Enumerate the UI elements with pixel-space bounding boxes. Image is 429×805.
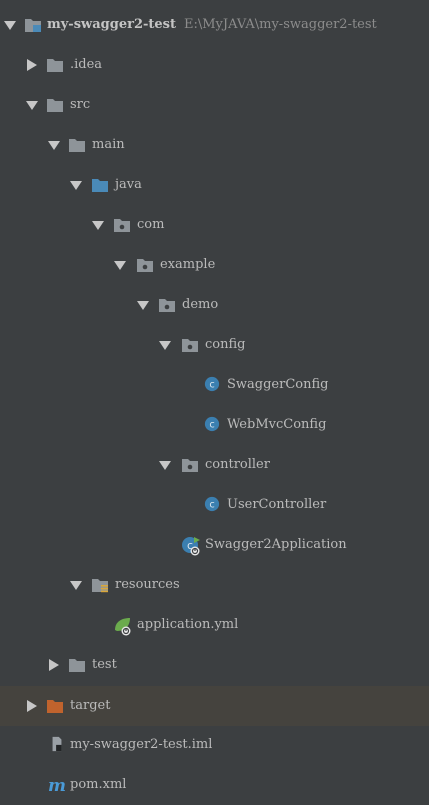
tree-item-label: main xyxy=(92,137,125,152)
chevron-down-icon[interactable] xyxy=(92,219,104,231)
folder-icon xyxy=(69,139,85,152)
chevron-right-icon[interactable] xyxy=(26,59,38,71)
tree-item-label: com xyxy=(137,217,165,232)
tree-item-label: UserController xyxy=(227,497,327,512)
tree-item-label: src xyxy=(70,97,91,112)
tree-item-label: resources xyxy=(115,577,180,592)
tree-row-idea[interactable]: .idea xyxy=(0,45,429,85)
tree-item-label: Swagger2Application xyxy=(205,537,347,552)
module-file-icon xyxy=(52,736,62,752)
tree-item-label: target xyxy=(70,698,111,713)
tree-row-controller[interactable]: controller xyxy=(0,445,429,485)
root-project-path: E:\MyJAVA\my-swagger2-test xyxy=(184,17,377,32)
chevron-down-icon[interactable] xyxy=(137,299,149,311)
source-folder-icon xyxy=(92,179,108,192)
svg-text:c: c xyxy=(209,420,214,431)
chevron-right-icon[interactable] xyxy=(48,659,60,671)
package-icon xyxy=(182,459,198,472)
class-icon: c xyxy=(204,416,220,432)
chevron-down-icon[interactable] xyxy=(70,579,82,591)
tree-item-label: WebMvcConfig xyxy=(227,417,327,432)
class-icon: c xyxy=(204,496,220,512)
chevron-down-icon[interactable] xyxy=(70,179,82,191)
svg-text:c: c xyxy=(209,500,214,511)
tree-item-label: config xyxy=(205,337,246,352)
package-icon xyxy=(137,259,153,272)
tree-item-label: SwaggerConfig xyxy=(227,377,329,392)
tree-row-target[interactable]: target xyxy=(0,686,429,726)
chevron-down-icon[interactable] xyxy=(26,99,38,111)
tree-row-resources[interactable]: resources xyxy=(0,565,429,605)
tree-row-config[interactable]: config xyxy=(0,325,429,365)
resources-folder-icon xyxy=(92,579,108,593)
tree-item-label: example xyxy=(160,257,216,272)
project-tree: my-swagger2-test E:\MyJAVA\my-swagger2-t… xyxy=(0,0,429,805)
root-project-name: my-swagger2-test xyxy=(47,17,176,32)
package-icon xyxy=(114,219,130,232)
tree-row-swaggerconfig[interactable]: c SwaggerConfig xyxy=(0,365,429,405)
tree-row-webmvcconfig[interactable]: c WebMvcConfig xyxy=(0,405,429,445)
tree-item-label: controller xyxy=(205,457,270,472)
tree-row-example[interactable]: example xyxy=(0,245,429,285)
package-icon xyxy=(159,299,175,312)
maven-icon: m xyxy=(48,776,66,794)
tree-row-usercontroller[interactable]: c UserController xyxy=(0,485,429,525)
tree-row-src[interactable]: src xyxy=(0,85,429,125)
package-icon xyxy=(182,339,198,352)
tree-row-iml[interactable]: my-swagger2-test.iml xyxy=(0,725,429,765)
folder-icon xyxy=(69,659,85,672)
tree-row-swagger2application[interactable]: c Swagger2Application xyxy=(0,525,429,565)
chevron-down-icon[interactable] xyxy=(159,339,171,351)
tree-item-label: demo xyxy=(182,297,219,312)
class-icon: c xyxy=(204,376,220,392)
tree-row-test[interactable]: test xyxy=(0,645,429,685)
chevron-down-icon[interactable] xyxy=(114,259,126,271)
tree-row-demo[interactable]: demo xyxy=(0,285,429,325)
tree-item-label: application.yml xyxy=(137,617,239,632)
tree-row-pom-xml[interactable]: m pom.xml xyxy=(0,765,429,805)
chevron-down-icon[interactable] xyxy=(48,139,60,151)
chevron-down-icon[interactable] xyxy=(159,459,171,471)
tree-item-label: java xyxy=(115,177,142,192)
chevron-right-icon[interactable] xyxy=(26,700,38,712)
tree-item-label: pom.xml xyxy=(70,777,127,792)
tree-item-label: test xyxy=(92,657,117,672)
tree-item-label: my-swagger2-test.iml xyxy=(70,737,213,752)
spring-boot-class-icon: c xyxy=(182,537,200,556)
tree-row-java[interactable]: java xyxy=(0,165,429,205)
tree-row-application-yml[interactable]: application.yml xyxy=(0,605,429,645)
svg-text:c: c xyxy=(209,380,214,391)
tree-row-main[interactable]: main xyxy=(0,125,429,165)
chevron-down-icon[interactable] xyxy=(4,19,16,31)
module-folder-icon xyxy=(25,19,41,32)
spring-config-icon xyxy=(115,618,131,636)
folder-icon xyxy=(47,99,63,112)
folder-icon xyxy=(47,59,63,72)
svg-text:m: m xyxy=(48,776,66,794)
tree-row-com[interactable]: com xyxy=(0,205,429,245)
excluded-folder-icon xyxy=(47,700,63,713)
tree-row-root[interactable]: my-swagger2-test E:\MyJAVA\my-swagger2-t… xyxy=(0,5,429,45)
tree-item-label: .idea xyxy=(70,57,103,72)
